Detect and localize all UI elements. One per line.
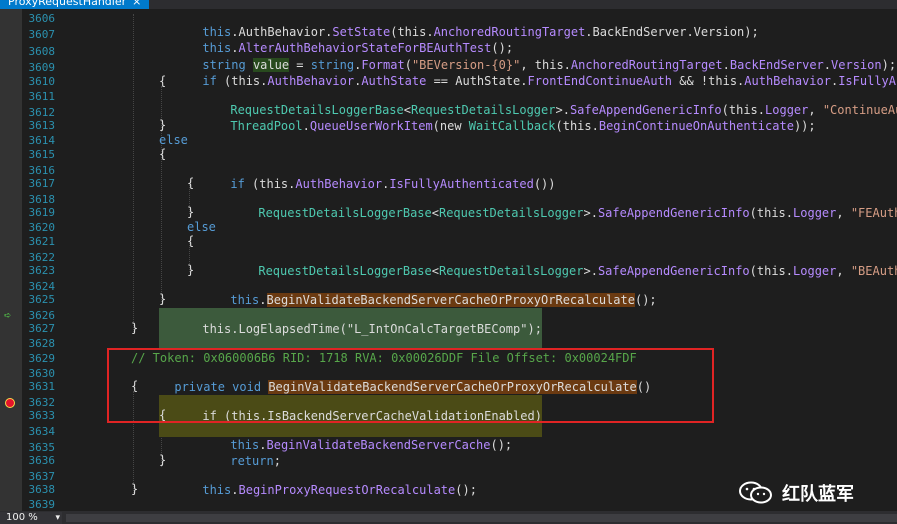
line-number: 3633 xyxy=(28,409,56,422)
code-line-3637: this.BeginProxyRequestOrRecalculate(); xyxy=(202,483,477,497)
close-icon[interactable]: × xyxy=(132,0,141,8)
code-line-3618: RequestDetailsLoggerBase<RequestDetailsL… xyxy=(258,206,897,220)
line-number: 3608 xyxy=(28,45,56,58)
line-number: 3628 xyxy=(28,337,56,350)
line-number: 3613 xyxy=(28,119,56,132)
code-line-3623: } xyxy=(187,263,195,277)
line-number: 3622 xyxy=(28,251,56,264)
tab-title: ProxyRequestHandler xyxy=(8,0,127,8)
code-line-3627: } xyxy=(131,321,139,335)
code-line-3619: } xyxy=(187,205,195,219)
line-number: 3634 xyxy=(28,425,56,438)
annotation-highlight-box xyxy=(107,348,714,423)
document-tab-bar: ProxyRequestHandler × xyxy=(0,0,897,9)
line-number: 3632 xyxy=(28,396,56,409)
line-number: 3638 xyxy=(28,483,56,496)
code-editor[interactable]: 3606 3607 3608 3609 3610 3611 3612 3613 3614 3615… xyxy=(0,9,897,511)
line-number: 3617 xyxy=(28,177,56,190)
line-number: 3626 xyxy=(28,309,56,322)
zoom-level: 100 % xyxy=(6,512,38,523)
line-number: 3630 xyxy=(28,367,56,380)
line-number: 3615 xyxy=(28,148,56,161)
line-number: 3614 xyxy=(28,134,56,147)
code-line-3621: { xyxy=(187,234,195,248)
code-line-3612: ThreadPool.QueueUserWorkItem(new WaitCal… xyxy=(230,119,816,133)
line-number: 3612 xyxy=(28,106,56,119)
line-number: 3606 xyxy=(28,12,56,25)
indicator-margin[interactable] xyxy=(0,9,22,511)
line-number: 3607 xyxy=(28,28,56,41)
editor-status-bar: 100 % ▾ xyxy=(0,511,897,524)
current-statement-arrow-icon[interactable]: ➪ xyxy=(4,309,11,321)
code-line-3610: { xyxy=(159,74,167,88)
wechat-logo-icon xyxy=(738,481,774,505)
breakpoint-icon[interactable] xyxy=(5,398,15,408)
line-number: 3610 xyxy=(28,75,56,88)
line-number: 3636 xyxy=(28,454,56,467)
code-line-3615: { xyxy=(159,147,167,161)
watermark-text: 红队蓝军 xyxy=(782,484,854,505)
line-number: 3624 xyxy=(28,280,56,293)
line-number: 3621 xyxy=(28,235,56,248)
code-line-3636: } xyxy=(159,453,167,467)
line-number: 3625 xyxy=(28,293,56,306)
line-number: 3639 xyxy=(28,498,56,511)
code-line-3638: } xyxy=(131,482,139,496)
watermark: 红队蓝军 xyxy=(738,479,854,507)
line-number: 3611 xyxy=(28,90,56,103)
line-number: 3620 xyxy=(28,221,56,234)
line-number: 3616 xyxy=(28,164,56,177)
line-number: 3619 xyxy=(28,206,56,219)
line-number: 3631 xyxy=(28,380,56,393)
code-line-3626: this.LogElapsedTime("L_IntOnCalcTargetBE… xyxy=(159,308,542,350)
line-number: 3618 xyxy=(28,193,56,206)
code-line-3613: } xyxy=(159,118,167,132)
line-number: 3637 xyxy=(28,470,56,483)
code-line-3614: else xyxy=(159,133,188,147)
code-line-3620: else xyxy=(187,220,216,234)
line-number: 3629 xyxy=(28,352,56,365)
horizontal-scrollbar[interactable] xyxy=(66,514,897,522)
line-number: 3627 xyxy=(28,322,56,335)
line-number: 3623 xyxy=(28,264,56,277)
zoom-dropdown[interactable]: 100 % ▾ xyxy=(0,512,62,524)
tab-proxyrequesthandler[interactable]: ProxyRequestHandler × xyxy=(0,0,150,9)
code-line-3617: { xyxy=(187,176,195,190)
line-number: 3609 xyxy=(28,61,56,74)
code-line-3625: } xyxy=(159,292,167,306)
chevron-down-icon: ▾ xyxy=(55,513,60,523)
line-number: 3635 xyxy=(28,441,56,454)
